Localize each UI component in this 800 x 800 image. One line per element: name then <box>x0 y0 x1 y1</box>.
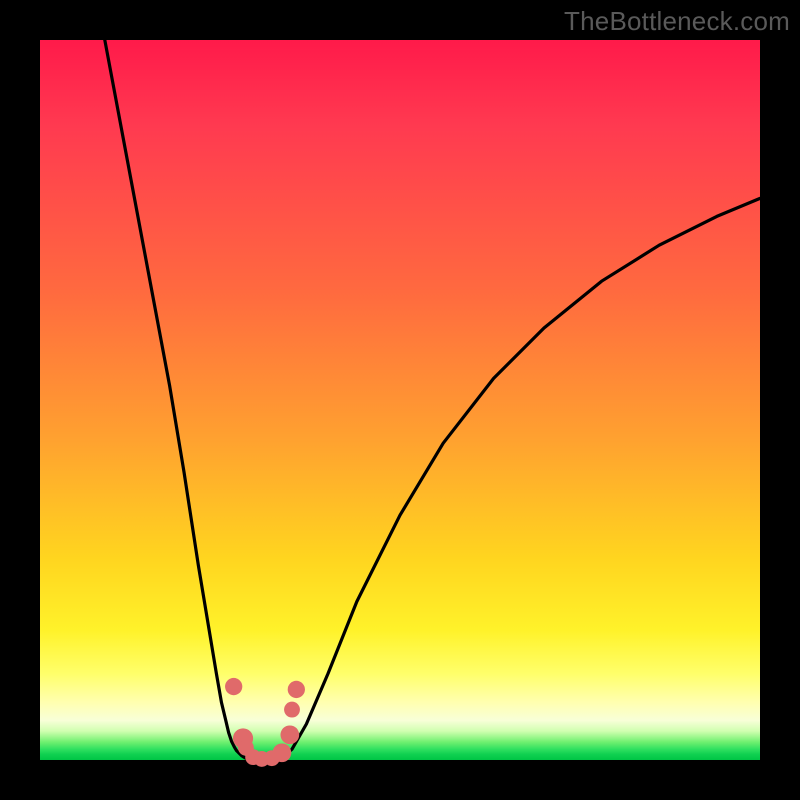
curve-layer <box>40 40 760 760</box>
data-marker <box>284 702 300 718</box>
marker-layer <box>225 678 305 767</box>
data-marker <box>273 743 292 762</box>
plot-area <box>40 40 760 760</box>
bottleneck-curve <box>105 40 760 760</box>
data-marker <box>288 681 305 698</box>
watermark-text: TheBottleneck.com <box>564 6 790 37</box>
data-marker <box>280 725 299 744</box>
data-marker <box>225 678 242 695</box>
chart-frame: TheBottleneck.com <box>0 0 800 800</box>
